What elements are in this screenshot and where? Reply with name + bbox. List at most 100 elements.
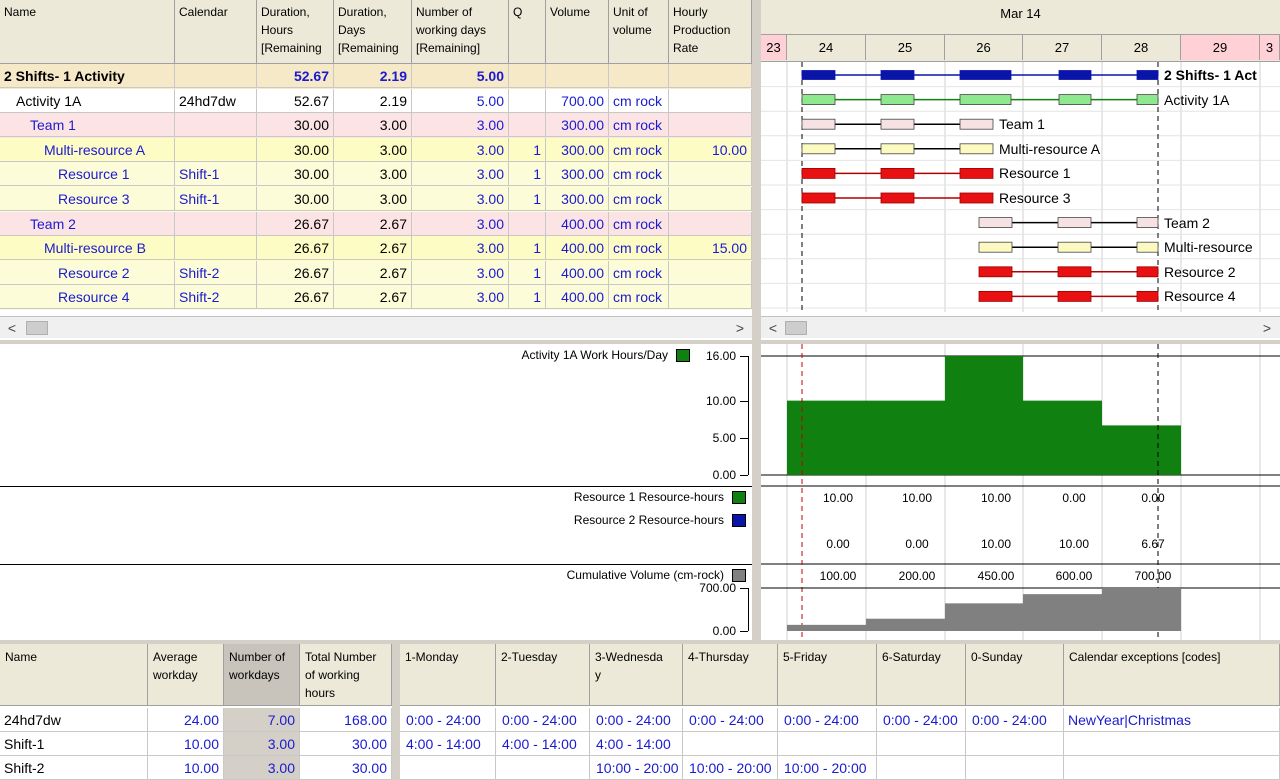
calendar-day-cell[interactable]: 0:00 - 24:00 <box>683 708 778 732</box>
row-volume: 300.00 <box>546 187 609 211</box>
calendar-day-cell[interactable] <box>966 732 1064 756</box>
calendar-day-header[interactable]: 5-Friday <box>778 644 877 706</box>
scroll-thumb[interactable] <box>26 321 48 335</box>
calendar-day-cell[interactable] <box>877 756 966 780</box>
table-row[interactable]: 2 Shifts- 1 Activity 52.67 2.19 5.00 <box>0 64 752 89</box>
scroll-left-icon[interactable]: < <box>2 317 22 339</box>
work-hours-bar <box>787 400 866 475</box>
table-row[interactable]: Resource 3 Shift-1 30.00 3.00 3.00 1 300.00 cm … <box>0 187 752 212</box>
row-calendar <box>175 113 257 138</box>
gantt-scroll-right-icon[interactable]: > <box>1257 317 1277 339</box>
calendar-day-header[interactable]: Calendar exceptions [codes] <box>1064 644 1280 706</box>
table-row[interactable]: Multi-resource A 30.00 3.00 3.00 1 300.00 cm r… <box>0 137 752 163</box>
calendar-day-cell[interactable] <box>966 756 1064 780</box>
column-header[interactable]: Unit of volume <box>609 0 669 64</box>
calendar-avg-cell[interactable]: 10.00 <box>148 732 224 756</box>
column-header[interactable]: Hourly Production Rate <box>669 0 752 64</box>
row-volume: 400.00 <box>546 285 609 310</box>
gantt-scroll-thumb[interactable] <box>785 321 807 335</box>
scroll-right-icon[interactable]: > <box>730 317 750 339</box>
resource-hours-value: 0.00 <box>826 537 850 551</box>
resource-hours-value: 10.00 <box>980 491 1012 505</box>
calendar-avg-cell[interactable]: 10.00 <box>148 756 224 780</box>
gantt-bar-label: Resource 3 <box>999 190 1071 206</box>
calendar-day-cell[interactable]: 0:00 - 24:00 <box>966 708 1064 732</box>
row-calendar <box>175 236 257 261</box>
calendar-num-cell[interactable]: 7.00 <box>224 708 300 732</box>
calendar-avg-cell[interactable]: 24.00 <box>148 708 224 732</box>
calendar-exceptions-cell[interactable] <box>1064 732 1280 756</box>
calendar-day-cell[interactable]: 0:00 - 24:00 <box>778 708 877 732</box>
calendar-name-cell[interactable]: Shift-2 <box>0 756 148 780</box>
row-hours: 52.67 <box>257 64 334 88</box>
gantt-bar-segment <box>880 192 915 204</box>
calendar-day-cell[interactable]: 4:00 - 14:00 <box>590 732 683 756</box>
calendar-total-cell[interactable]: 30.00 <box>300 732 392 756</box>
row-days: 3.00 <box>334 113 412 138</box>
row-q <box>509 64 546 88</box>
table-row[interactable]: Resource 2 Shift-2 26.67 2.67 3.00 1 400.00 cm … <box>0 260 752 286</box>
gantt-bar-label: Team 2 <box>1164 214 1210 231</box>
calendar-total-cell[interactable]: 30.00 <box>300 756 392 780</box>
calendar-day-cell[interactable]: 10:00 - 20:00 <box>590 756 683 780</box>
column-header[interactable]: Duration, Hours [Remaining <box>257 0 334 64</box>
table-row[interactable]: Team 1 30.00 3.00 3.00 300.00 cm rock <box>0 113 752 139</box>
calendar-name-cell[interactable]: Shift-1 <box>0 732 148 756</box>
calendar-day-cell[interactable]: 0:00 - 24:00 <box>590 708 683 732</box>
calendar-table-left: Name Average workday Number of workdays Tot… <box>0 644 392 780</box>
calendar-num-cell[interactable]: 3.00 <box>224 732 300 756</box>
column-header[interactable]: Number of working days [Remaining] <box>412 0 509 64</box>
table-row[interactable]: Activity 1A 24hd7dw 52.67 2.19 5.00 700.00 cm … <box>0 88 752 114</box>
calendar-day-cell[interactable]: 0:00 - 24:00 <box>877 708 966 732</box>
calendar-day-cell[interactable] <box>683 732 778 756</box>
row-name: Resource 4 <box>0 285 175 310</box>
calendar-day-header[interactable]: 6-Saturday <box>877 644 966 706</box>
calendar-day-cell[interactable] <box>877 732 966 756</box>
calendar-exceptions-cell[interactable] <box>1064 756 1280 780</box>
calendar-day-cell[interactable]: 4:00 - 14:00 <box>496 732 590 756</box>
gantt-bar-segment <box>978 241 1013 253</box>
row-workdays: 3.00 <box>412 113 509 138</box>
column-header[interactable]: Name <box>0 0 175 64</box>
table-row[interactable]: Multi-resource B 26.67 2.67 3.00 1 400.00 cm r… <box>0 236 752 262</box>
calendar-exceptions-cell[interactable]: NewYear|Christmas <box>1064 708 1280 732</box>
calendar-day-header[interactable]: 3-Wednesda y <box>590 644 683 706</box>
gantt-hscroll[interactable]: < > <box>761 316 1280 338</box>
table-row[interactable]: Resource 4 Shift-2 26.67 2.67 3.00 1 400.00 cm … <box>0 285 752 311</box>
calendar-day-header[interactable]: 0-Sunday <box>966 644 1064 706</box>
calendar-column-header[interactable]: Number of workdays <box>224 644 300 706</box>
gantt-scroll-left-icon[interactable]: < <box>763 317 783 339</box>
calendar-day-cell[interactable]: 0:00 - 24:00 <box>496 708 590 732</box>
calendar-day-cell[interactable]: 0:00 - 24:00 <box>400 708 496 732</box>
calendar-num-cell[interactable]: 3.00 <box>224 756 300 780</box>
column-header[interactable]: Volume <box>546 0 609 64</box>
row-hours: 26.67 <box>257 211 334 236</box>
calendar-column-header[interactable]: Name <box>0 644 148 706</box>
row-name: Multi-resource B <box>0 236 175 261</box>
calendar-day-header[interactable]: 4-Thursday <box>683 644 778 706</box>
gantt-day-23: 23 <box>761 35 787 60</box>
column-header[interactable]: Duration, Days [Remaining <box>334 0 412 64</box>
calendar-day-cell[interactable] <box>778 732 877 756</box>
resource1-legend-swatch <box>732 491 746 504</box>
row-name: Multi-resource A <box>0 137 175 162</box>
column-header[interactable]: Q <box>509 0 546 64</box>
calendar-day-header[interactable]: 2-Tuesday <box>496 644 590 706</box>
calendar-day-cell[interactable] <box>496 756 590 780</box>
calendar-column-header[interactable]: Average workday <box>148 644 224 706</box>
activity-table-hscroll[interactable]: < > <box>0 316 752 338</box>
table-row[interactable]: Resource 1 Shift-1 30.00 3.00 3.00 1 300.00 cm … <box>0 162 752 188</box>
resource-hours-value: 0.00 <box>905 537 929 551</box>
calendar-day-cell[interactable]: 10:00 - 20:00 <box>778 756 877 780</box>
gantt-bar-segment <box>801 192 836 204</box>
calendar-total-cell[interactable]: 168.00 <box>300 708 392 732</box>
calendar-column-header[interactable]: Total Number of working hours <box>300 644 392 706</box>
row-calendar: Shift-1 <box>175 187 257 211</box>
calendar-day-header[interactable]: 1-Monday <box>400 644 496 706</box>
calendar-day-cell[interactable]: 10:00 - 20:00 <box>683 756 778 780</box>
table-row[interactable]: Team 2 26.67 2.67 3.00 400.00 cm rock <box>0 211 752 237</box>
calendar-day-cell[interactable] <box>400 756 496 780</box>
calendar-day-cell[interactable]: 4:00 - 14:00 <box>400 732 496 756</box>
column-header[interactable]: Calendar <box>175 0 257 64</box>
calendar-name-cell[interactable]: 24hd7dw <box>0 708 148 732</box>
